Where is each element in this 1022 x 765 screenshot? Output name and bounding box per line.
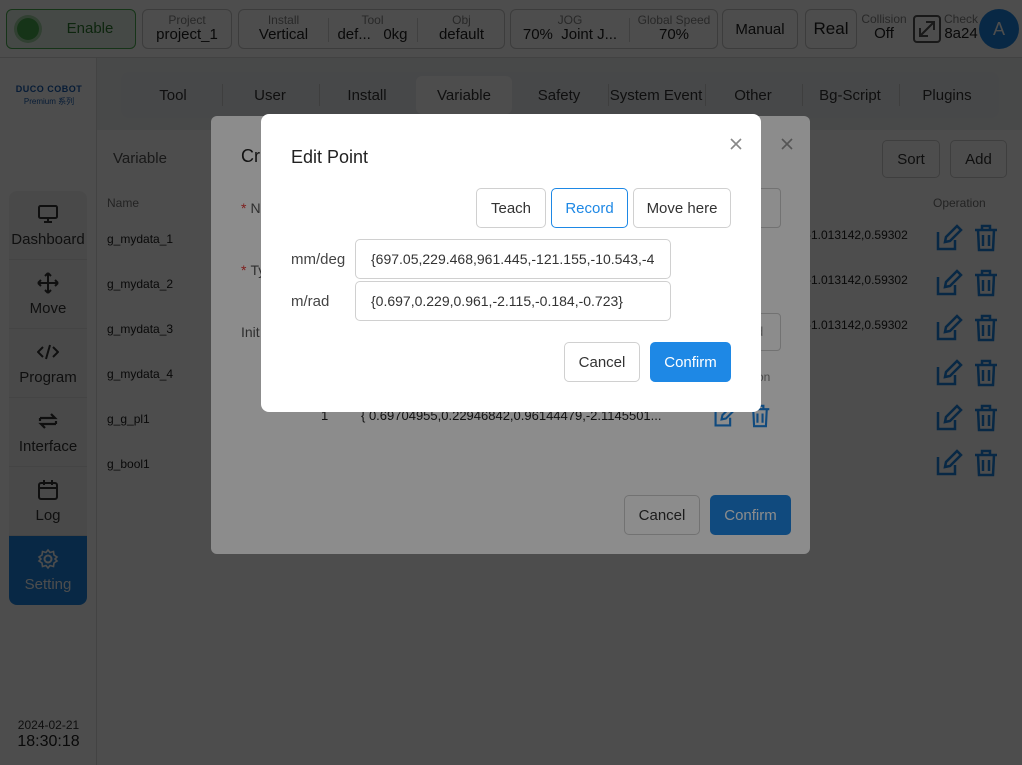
close-icon[interactable] <box>726 134 746 154</box>
edit-point-dialog: Edit Point Teach Record Move here mm/deg… <box>261 114 761 412</box>
m-rad-input[interactable]: {0.697,0.229,0.961,-2.115,-0.184,-0.723} <box>355 281 671 321</box>
mm-deg-input[interactable]: {697.05,229.468,961.445,-121.155,-10.543… <box>355 239 671 279</box>
move-here-button[interactable]: Move here <box>633 188 731 228</box>
mm-deg-label: mm/deg <box>291 251 346 268</box>
edit-confirm-button[interactable]: Confirm <box>650 342 731 382</box>
m-rad-label: m/rad <box>291 293 330 310</box>
record-button[interactable]: Record <box>551 188 628 228</box>
edit-dialog-title: Edit Point <box>291 147 369 167</box>
teach-button[interactable]: Teach <box>476 188 546 228</box>
edit-cancel-button[interactable]: Cancel <box>564 342 640 382</box>
